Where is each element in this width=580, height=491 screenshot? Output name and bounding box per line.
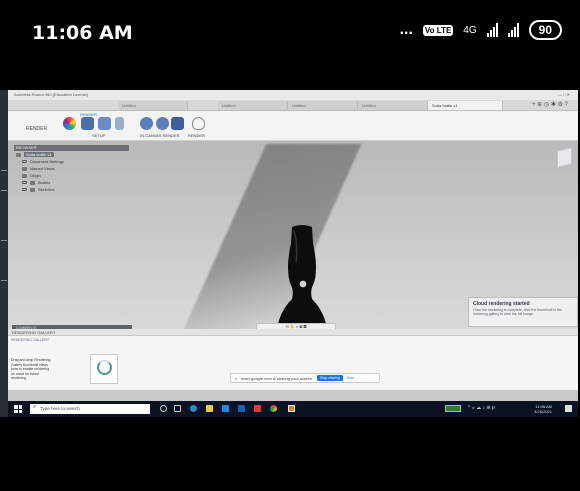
render-settings-icon[interactable]	[156, 117, 169, 130]
view-cube[interactable]	[557, 147, 572, 168]
component-icon	[16, 152, 21, 157]
cloud-notice-title: Cloud rendering started	[473, 301, 530, 307]
in-canvas-render-icon[interactable]	[140, 117, 153, 130]
store-icon[interactable]	[222, 405, 229, 412]
phone-status-icons: ... Vo LTE 4G 90	[400, 20, 562, 40]
gallery-subheader: RENDERING GALLERY	[11, 338, 50, 342]
phone-clock: 11:06 AM	[32, 22, 133, 44]
folder-icon	[30, 180, 35, 185]
side-monitor-edge	[0, 90, 8, 417]
tab-document-2[interactable]: Untitled	[218, 101, 288, 110]
signal-strength-icon	[486, 23, 498, 37]
render-toolbar: RENDER RENDER SETUP IN-CANVAS RENDER REN…	[8, 111, 578, 141]
hide-banner-button[interactable]: Hide	[347, 376, 354, 380]
rendering-gallery: RENDERING GALLERY Drag and drop Renderin…	[8, 336, 578, 390]
browser-item-root[interactable]: Soda bottle v1	[14, 151, 129, 158]
battery-indicator: 90	[528, 20, 562, 40]
volte-icon: Vo LTE	[422, 24, 454, 36]
cortana-icon[interactable]	[160, 405, 167, 412]
battery-tray-icon[interactable]	[445, 405, 461, 412]
windows-taskbar: Type here to search ⌕ ^ ◒ ☁ ♪ ⊕ ᵽ 11:06 …	[8, 401, 578, 417]
phone-screenshot: 11:06 AM ... Vo LTE 4G 90 Autodesk Fusio…	[0, 0, 580, 491]
window-titlebar: Autodesk Fusion 360 (Education License) …	[8, 90, 578, 100]
mail-icon[interactable]	[238, 405, 245, 412]
window-title: Autodesk Fusion 360 (Education License)	[14, 92, 89, 97]
window-controls[interactable]: — □ ✕	[558, 92, 570, 97]
tab-document-4[interactable]: Untitled	[358, 101, 428, 110]
gallery-description: Drag and drop Rendering Gallery thumbnai…	[11, 358, 51, 380]
windows-start-icon[interactable]	[14, 405, 22, 413]
tab-document-3[interactable]: Untitled	[288, 101, 358, 110]
browser-item-bodies[interactable]: Bodies	[14, 179, 129, 186]
settings-gear-icon	[22, 160, 27, 163]
visibility-eye-icon[interactable]	[22, 188, 27, 191]
taskbar-clock[interactable]: 11:06 AM 4/26/2021	[534, 404, 552, 414]
tab-actions-icons[interactable]: + ⊕ ◷ ✱ ⚙ ?	[532, 101, 568, 108]
phone-bottom-area	[0, 417, 580, 491]
taskbar-search-box[interactable]: Type here to search	[30, 404, 150, 414]
search-icon: ⌕	[33, 404, 37, 410]
folder-icon	[22, 173, 27, 178]
render-teapot-icon[interactable]	[192, 117, 205, 130]
visibility-eye-icon[interactable]	[22, 181, 27, 184]
decal-icon[interactable]	[115, 117, 124, 130]
in-canvas-render-label[interactable]: IN-CANVAS RENDER	[140, 133, 180, 138]
signal-strength-2-icon	[507, 23, 519, 37]
texture-map-icon[interactable]	[98, 117, 111, 130]
more-dots-icon: ...	[399, 21, 413, 38]
share-banner-text: meet.google.com is sharing your screen.	[241, 375, 314, 381]
tab-document-1[interactable]: Untitled	[118, 101, 188, 110]
render-label[interactable]: RENDER	[188, 133, 205, 138]
browser-item-named-views[interactable]: Named Views	[14, 165, 129, 172]
browser-item-origin[interactable]: Origin	[14, 172, 129, 179]
browser-item-sketches[interactable]: Sketches	[14, 186, 129, 193]
rendering-gallery-header[interactable]: RENDERING GALLERY	[8, 329, 578, 336]
document-tabs: Untitled Untitled Untitled Untitled Soda…	[8, 100, 578, 111]
chrome-icon[interactable]	[270, 405, 277, 412]
notifications-icon[interactable]	[565, 405, 572, 412]
cloud-notice-body: Once the rendering is complete, click th…	[473, 308, 562, 316]
cloud-rendering-notice: Cloud rendering started Once the renderi…	[468, 297, 578, 327]
render-thumbnail[interactable]	[90, 354, 118, 384]
stop-sharing-button[interactable]: Stop sharing	[317, 375, 343, 381]
workspace-switcher[interactable]: RENDER	[26, 126, 47, 132]
browser-panel: BROWSER Soda bottle v1 Document Settings…	[14, 145, 129, 210]
task-view-icon[interactable]	[174, 405, 181, 412]
appearance-icon[interactable]	[63, 117, 76, 130]
3d-viewport[interactable]: BROWSER Soda bottle v1 Document Settings…	[8, 141, 578, 377]
screen-share-banner: ⏸ meet.google.com is sharing your screen…	[230, 373, 380, 383]
capture-image-icon[interactable]	[171, 117, 184, 130]
rendering-progress-icon	[97, 360, 112, 375]
fusion-window: Autodesk Fusion 360 (Education License) …	[8, 90, 578, 417]
browser-item-document-settings[interactable]: Document Settings	[14, 158, 129, 165]
setup-label[interactable]: SETUP	[92, 133, 105, 138]
tab-soda-bottle[interactable]: Soda bottle v1	[428, 101, 503, 110]
folder-icon	[22, 166, 27, 171]
network-4g-label: 4G	[463, 24, 477, 36]
scene-settings-icon[interactable]	[81, 117, 94, 130]
share-pause-icon: ⏸	[235, 375, 237, 381]
phone-status-bar: 11:06 AM ... Vo LTE 4G 90	[0, 0, 580, 88]
file-explorer-icon[interactable]	[206, 405, 213, 412]
folder-icon	[30, 187, 35, 192]
fusion-app-icon[interactable]	[254, 405, 261, 412]
fusion-active-app-icon[interactable]	[288, 405, 295, 412]
edge-icon[interactable]	[190, 405, 197, 412]
tray-icons[interactable]: ^ ◒ ☁ ♪ ⊕ ᵽ	[468, 405, 495, 411]
